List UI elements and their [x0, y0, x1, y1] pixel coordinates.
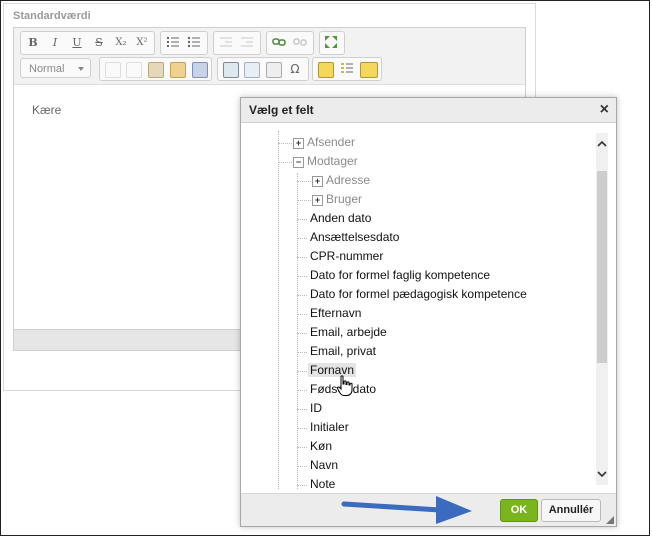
strikethrough-button[interactable]: S — [91, 35, 107, 51]
tree-scrollbar[interactable] — [596, 133, 608, 485]
paste-word-icon[interactable] — [192, 62, 208, 78]
ok-button[interactable]: OK — [500, 499, 538, 522]
expand-icon[interactable]: + — [312, 195, 323, 206]
tree-leaf[interactable]: Køn — [310, 438, 332, 455]
editor-content: Kære — [32, 103, 62, 117]
cancel-button[interactable]: Annullér — [541, 499, 601, 522]
tree-connector — [297, 485, 307, 486]
text-style-group: B I U S X₂ X² — [20, 31, 155, 55]
tree-leaf[interactable]: Email, privat — [310, 343, 376, 360]
scroll-thumb[interactable] — [597, 171, 607, 363]
field-label: Standardværdi — [13, 10, 91, 22]
scroll-up-icon[interactable] — [596, 137, 608, 151]
cut-icon[interactable] — [105, 62, 121, 78]
field-tree: + Afsender − Modtager + Adresse + Bruger… — [249, 131, 594, 489]
outdent-icon[interactable] — [218, 35, 234, 51]
clipboard-group — [99, 57, 212, 81]
editor-toolbar: B I U S X₂ X² Normal Ω — [14, 28, 525, 85]
format-dropdown[interactable]: Normal — [20, 58, 91, 78]
table-icon[interactable] — [244, 62, 260, 78]
tree-connector — [297, 314, 307, 315]
hand-cursor-icon — [336, 375, 354, 400]
expand-icon[interactable]: + — [312, 176, 323, 187]
close-icon[interactable]: × — [600, 101, 609, 119]
tree-leaf[interactable]: Dato for formel pædagogisk kompetence — [310, 286, 527, 303]
placeholder-icon[interactable] — [360, 62, 378, 78]
tree-node-adresse[interactable]: Adresse — [326, 172, 370, 189]
tree-connector — [297, 181, 313, 182]
tree-node-modtager[interactable]: Modtager — [307, 153, 358, 170]
tree-connector — [297, 200, 313, 201]
format-dropdown-value: Normal — [29, 63, 65, 75]
tree-connector — [297, 333, 307, 334]
tree-connector — [278, 162, 294, 163]
link-group — [266, 31, 314, 55]
tree-leaf[interactable]: Efternavn — [310, 305, 361, 322]
unlink-icon[interactable] — [292, 35, 308, 51]
tree-connector — [297, 276, 307, 277]
underline-button[interactable]: U — [69, 35, 85, 51]
tree-leaf[interactable]: Anden dato — [310, 210, 371, 227]
tree-connector — [297, 238, 307, 239]
copy-icon[interactable] — [126, 62, 142, 78]
insert-field-icon[interactable] — [318, 62, 334, 78]
bulleted-list-icon[interactable] — [186, 35, 202, 51]
tree-connector — [297, 352, 307, 353]
tree-connector — [278, 143, 294, 144]
numbered-list-icon[interactable] — [165, 35, 181, 51]
field-group — [312, 57, 382, 81]
annotation-arrow-icon — [340, 488, 475, 527]
resize-grip-icon[interactable] — [606, 516, 614, 524]
horizontal-rule-icon[interactable] — [266, 62, 282, 78]
tree-connector — [297, 219, 307, 220]
tree-leaf[interactable]: ID — [310, 400, 322, 417]
bold-button[interactable]: B — [25, 35, 41, 51]
tree-leaf[interactable]: Email, arbejde — [310, 324, 387, 341]
tree-leaf[interactable]: Navn — [310, 457, 338, 474]
field-list-icon[interactable] — [339, 61, 355, 77]
tree-leaf[interactable]: Initialer — [310, 419, 349, 436]
italic-button[interactable]: I — [47, 35, 63, 51]
tree-node-afsender[interactable]: Afsender — [307, 134, 355, 151]
chevron-down-icon — [78, 67, 84, 71]
image-icon[interactable] — [223, 62, 239, 78]
tree-guide-line — [278, 131, 279, 489]
tree-node-bruger[interactable]: Bruger — [326, 191, 362, 208]
tree-connector — [297, 295, 307, 296]
superscript-button[interactable]: X² — [134, 35, 150, 51]
subscript-button[interactable]: X₂ — [113, 35, 129, 51]
tree-connector — [297, 390, 307, 391]
indent-group — [213, 31, 261, 55]
insert-group: Ω — [217, 57, 309, 81]
scroll-down-icon[interactable] — [596, 467, 608, 481]
collapse-icon[interactable]: − — [293, 157, 304, 168]
expand-icon[interactable]: + — [293, 138, 304, 149]
paste-icon[interactable] — [148, 62, 164, 78]
list-group — [160, 31, 208, 55]
indent-icon[interactable] — [239, 35, 255, 51]
dialog-titlebar[interactable]: Vælg et felt × — [241, 98, 616, 123]
paste-text-icon[interactable] — [170, 62, 186, 78]
tree-leaf[interactable]: Dato for formel faglig kompetence — [310, 267, 490, 284]
tree-connector — [297, 447, 307, 448]
tree-connector — [297, 428, 307, 429]
tree-connector — [297, 257, 307, 258]
special-character-icon[interactable]: Ω — [287, 61, 303, 77]
select-field-dialog: Vælg et felt × + Afsender − Modtager + A… — [240, 97, 617, 527]
link-icon[interactable] — [271, 35, 287, 51]
tree-connector — [297, 409, 307, 410]
maximize-icon[interactable] — [323, 35, 339, 51]
dialog-title: Vælg et felt — [249, 103, 314, 117]
tree-leaf[interactable]: Ansættelsesdato — [310, 229, 399, 246]
tree-guide-line — [297, 173, 298, 489]
tree-connector — [297, 371, 307, 372]
tree-leaf[interactable]: CPR-nummer — [310, 248, 383, 265]
tree-connector — [297, 466, 307, 467]
tree-leaf[interactable]: Note — [310, 476, 335, 489]
maximize-group — [319, 31, 345, 55]
